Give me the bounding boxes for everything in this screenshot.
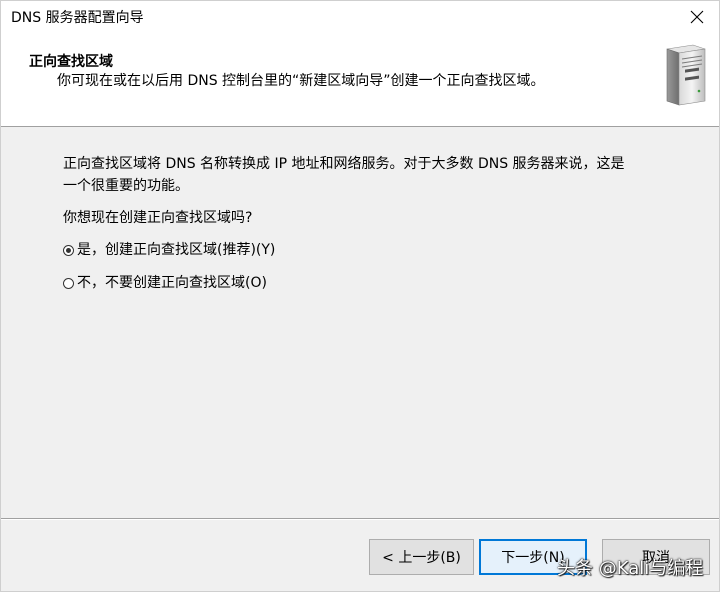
next-button[interactable]: 下一步(N) [479, 539, 587, 575]
header-title: 正向查找区域 [29, 54, 113, 70]
footer-divider [1, 518, 719, 520]
description-line-2: 一个很重要的功能。 [63, 178, 189, 194]
question-text: 你想现在创建正向查找区域吗? [63, 210, 253, 226]
description-line-1: 正向查找区域将 DNS 名称转换成 IP 地址和网络服务。对于大多数 DNS 服… [63, 156, 625, 172]
title-bar: DNS 服务器配置向导 [1, 1, 719, 33]
wizard-header: 正向查找区域 你可现在或在以后用 DNS 控制台里的“新建区域向导”创建一个正向… [1, 33, 719, 127]
wizard-window: DNS 服务器配置向导 正向查找区域 你可现在或在以后用 DNS 控制台里的“新… [0, 0, 720, 592]
radio-option-yes[interactable]: 是，创建正向查找区域(推荐)(Y) [63, 239, 683, 261]
radio-label-no[interactable]: 不，不要创建正向查找区域(O) [77, 272, 267, 294]
header-subtitle: 你可现在或在以后用 DNS 控制台里的“新建区域向导”创建一个正向查找区域。 [57, 73, 545, 89]
close-button[interactable] [675, 1, 719, 33]
radio-button-unchecked[interactable] [63, 277, 74, 289]
back-button[interactable]: < 上一步(B) [369, 539, 474, 575]
wizard-content: 正向查找区域将 DNS 名称转换成 IP 地址和网络服务。对于大多数 DNS 服… [63, 153, 683, 294]
description-text: 正向查找区域将 DNS 名称转换成 IP 地址和网络服务。对于大多数 DNS 服… [63, 153, 683, 197]
radio-label-yes[interactable]: 是，创建正向查找区域(推荐)(Y) [77, 239, 275, 261]
radio-option-no[interactable]: 不，不要创建正向查找区域(O) [63, 272, 683, 294]
close-icon [690, 10, 704, 24]
cancel-button[interactable]: 取消 [602, 539, 710, 575]
window-title: DNS 服务器配置向导 [11, 10, 144, 26]
server-icon [666, 44, 706, 106]
radio-button-checked[interactable] [63, 244, 74, 256]
